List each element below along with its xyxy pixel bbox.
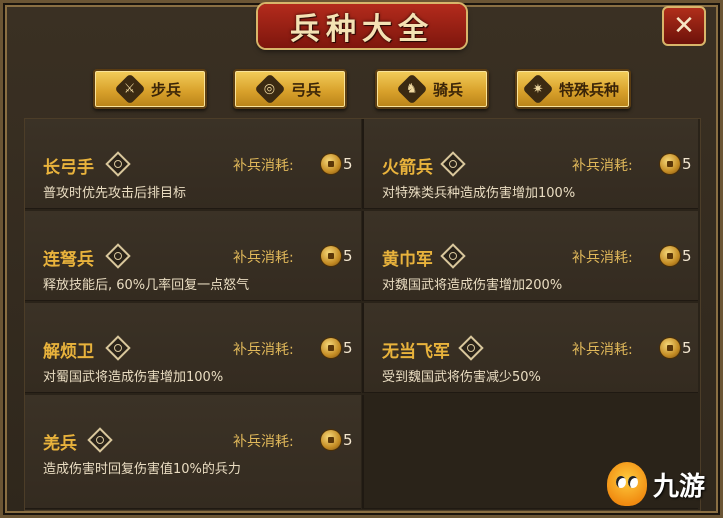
bow-type-icon — [105, 243, 131, 269]
cost-value: 5 — [343, 339, 353, 357]
bow-type-icon — [87, 427, 113, 453]
tab-label: 骑兵 — [432, 80, 463, 99]
cost-label: 补兵消耗: — [233, 342, 294, 358]
unit-name: 火箭兵 — [382, 158, 433, 178]
tab-label: 特殊兵种 — [558, 80, 619, 99]
unit-name: 黄巾军 — [382, 250, 433, 270]
unit-card: 连弩兵 补兵消耗: 5 释放技能后, 60%几率回复一点怒气 — [25, 211, 361, 301]
infantry-icon: ⚔ — [114, 73, 146, 105]
tab-infantry[interactable]: ⚔ 步兵 — [93, 69, 207, 109]
coin-icon — [321, 154, 341, 174]
tab-bar: ⚔ 步兵 ◎ 弓兵 ♞ 骑兵 ✷ 特殊兵种 — [93, 69, 633, 111]
cost-value: 5 — [682, 155, 692, 173]
unit-description: 造成伤害时回复伤害值10%的兵力 — [43, 462, 241, 477]
cavalry-icon: ♞ — [396, 73, 428, 105]
unit-name: 羌兵 — [43, 434, 77, 454]
unit-name: 解烦卫 — [43, 342, 94, 362]
watermark: 九游 — [607, 456, 717, 512]
cost-label: 补兵消耗: — [233, 250, 294, 266]
tab-special[interactable]: ✷ 特殊兵种 — [515, 69, 631, 109]
bow-type-icon — [440, 243, 466, 269]
cost-value: 5 — [343, 247, 353, 265]
tab-archer[interactable]: ◎ 弓兵 — [233, 69, 347, 109]
unit-name: 无当飞军 — [382, 342, 450, 362]
close-icon: ✕ — [673, 11, 695, 41]
coin-icon — [660, 246, 680, 266]
bow-type-icon — [105, 151, 131, 177]
coin-icon — [321, 430, 341, 450]
cost-value: 5 — [343, 431, 353, 449]
cost-label: 补兵消耗: — [233, 158, 294, 174]
cost-value: 5 — [343, 155, 353, 173]
unit-description: 对魏国武将造成伤害增加200% — [382, 278, 563, 293]
unit-description: 受到魏国武将伤害减少50% — [382, 370, 541, 385]
special-icon: ✷ — [522, 73, 554, 105]
unit-card: 长弓手 补兵消耗: 5 普攻时优先攻击后排目标 — [25, 119, 361, 209]
title-banner: 兵种大全 — [258, 4, 466, 48]
cost-value: 5 — [682, 339, 692, 357]
tab-cavalry[interactable]: ♞ 骑兵 — [375, 69, 489, 109]
unit-card: 羌兵 补兵消耗: 5 造成伤害时回复伤害值10%的兵力 — [25, 395, 361, 509]
tab-label: 弓兵 — [290, 80, 321, 99]
unit-card: 火箭兵 补兵消耗: 5 对特殊类兵种造成伤害增加100% — [362, 119, 698, 209]
tab-label: 步兵 — [150, 80, 181, 99]
cost-label: 补兵消耗: — [572, 342, 633, 358]
cost-label: 补兵消耗: — [572, 158, 633, 174]
unit-card: 黄巾军 补兵消耗: 5 对魏国武将造成伤害增加200% — [362, 211, 698, 301]
unit-description: 对蜀国武将造成伤害增加100% — [43, 370, 224, 385]
watermark-text: 九游 — [653, 471, 706, 502]
bow-type-icon — [458, 335, 484, 361]
cost-value: 5 — [682, 247, 692, 265]
unit-name: 长弓手 — [43, 158, 94, 178]
cost-label: 补兵消耗: — [572, 250, 633, 266]
unit-description: 对特殊类兵种造成伤害增加100% — [382, 186, 576, 201]
close-button[interactable]: ✕ — [662, 6, 706, 46]
bow-type-icon — [440, 151, 466, 177]
cost-label: 补兵消耗: — [233, 434, 294, 450]
coin-icon — [660, 338, 680, 358]
unit-card: 无当飞军 补兵消耗: 5 受到魏国武将伤害减少50% — [362, 303, 698, 393]
bow-type-icon — [105, 335, 131, 361]
jiuyou-logo-icon — [607, 462, 647, 506]
window-title: 兵种大全 — [290, 12, 434, 47]
unit-list-panel: 长弓手 补兵消耗: 5 普攻时优先攻击后排目标 火箭兵 补兵消耗: 5 对特殊类… — [24, 118, 701, 511]
unit-card: 解烦卫 补兵消耗: 5 对蜀国武将造成伤害增加100% — [25, 303, 361, 393]
unit-name: 连弩兵 — [43, 250, 94, 270]
coin-icon — [660, 154, 680, 174]
unit-description: 普攻时优先攻击后排目标 — [43, 186, 187, 201]
bow-icon: ◎ — [254, 73, 286, 105]
unit-description: 释放技能后, 60%几率回复一点怒气 — [43, 278, 250, 293]
coin-icon — [321, 338, 341, 358]
coin-icon — [321, 246, 341, 266]
